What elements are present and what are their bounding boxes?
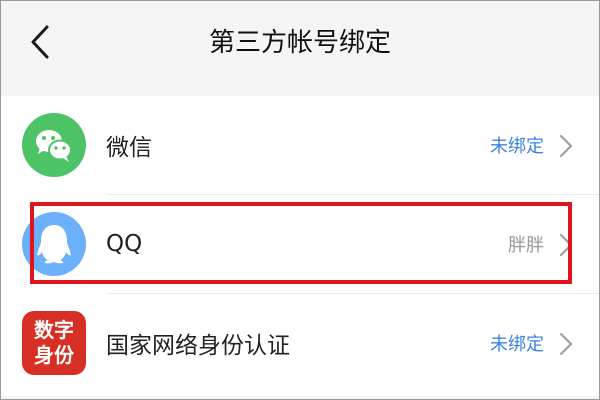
binding-status: 未绑定: [490, 136, 544, 157]
binding-status: 未绑定: [490, 334, 544, 355]
digital-id-icon: 数字 身份: [22, 311, 86, 375]
header-bar: 第三方帐号绑定: [0, 0, 600, 90]
highlight-box: [30, 202, 572, 284]
chevron-right-icon: [559, 332, 573, 356]
page-title: 第三方帐号绑定: [208, 28, 391, 58]
wechat-icon: [22, 113, 86, 177]
digital-id-icon-text: 身份: [34, 343, 74, 367]
account-row-wechat[interactable]: 微信 未绑定: [0, 96, 600, 194]
account-name: 国家网络身份认证: [106, 333, 290, 359]
chevron-right-icon: [559, 134, 573, 158]
digital-id-icon-text: 数字: [34, 318, 74, 342]
account-name: 微信: [106, 135, 152, 161]
account-row-digital-id[interactable]: 数字 身份 国家网络身份认证 未绑定: [0, 294, 600, 392]
